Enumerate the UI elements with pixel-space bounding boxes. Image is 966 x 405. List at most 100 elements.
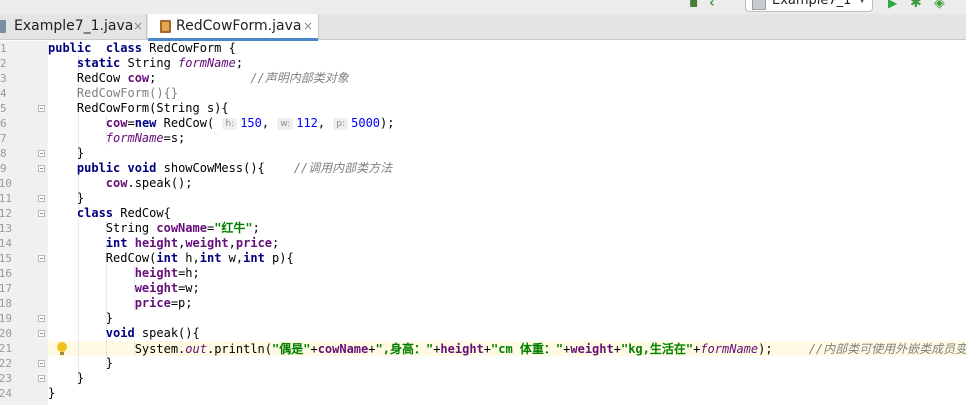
code-token: 150 [240,116,262,130]
code-token: cow [127,71,150,85]
code-token: , [228,236,236,250]
run-configuration-select[interactable]: Example7_1 ▼ [745,0,873,12]
code-token: cowName [156,221,207,235]
coverage-icon[interactable]: ◈ [934,0,945,10]
code-token: , [317,116,333,130]
code-token: //调用内部类方法 [293,161,393,175]
code-token: out [185,342,207,356]
close-icon[interactable]: × [303,14,313,38]
code-token: = [127,116,135,130]
code-line: } [48,191,84,206]
code-token: p){ [264,251,294,265]
build-icon[interactable]: ▪ [689,0,699,10]
code-token: } [48,386,56,400]
tab-example7-1[interactable]: Example7_1.java × [0,14,147,40]
code-token: 5000 [351,116,381,130]
code-token: =p; [170,296,193,310]
code-token: void [127,161,157,175]
code-token: price [134,296,171,310]
code-token: formName [105,131,164,145]
code-editor[interactable]: 1 2 3 4 5 6 7 8 9 10 11 12 13 14 15 16 17 18 19 20 21 22 23 24 … [0,41,966,405]
application-config-icon [752,0,766,10]
code-token: String [48,221,157,235]
code-line: class RedCow{ [48,206,171,221]
tab-label: RedCowForm.java [176,18,302,34]
tab-label: Example7_1.java [14,18,134,34]
code-token: RedCow [48,71,128,85]
code-token: ",身高：" [375,342,434,356]
code-line: formName=s; [48,131,185,146]
code-line: } [48,146,84,161]
code-area[interactable]: public class RedCowForm { static String … [0,41,966,405]
code-token: "红牛" [214,221,253,235]
editor-tab-bar: Example7_1.java × RedCowForm.java × [0,14,966,41]
code-line: } [48,386,55,401]
code-token: ; [235,56,244,70]
chevron-down-icon: ▼ [858,0,866,5]
code-token: formName [178,56,236,70]
run-icon[interactable]: ▶ [888,0,897,10]
code-token: System. [48,342,186,356]
back-icon[interactable]: ‹ [709,0,715,10]
run-configuration-label: Example7_1 [772,0,852,8]
java-file-icon [160,20,171,33]
code-token: =h; [178,266,200,280]
parameter-hint: h: [222,118,238,130]
code-line: RedCow(int h,int w,int p){ [48,251,294,266]
java-class-icon [0,20,6,33]
code-token: =w; [178,281,200,295]
code-token: } [48,191,85,205]
code-token: new [134,116,157,130]
code-token: showCowMess(){ [156,161,294,175]
code-line: weight=w; [48,281,200,296]
code-token: RedCowForm(String s){ [48,101,229,115]
close-icon[interactable]: × [133,14,143,38]
code-token: } [48,146,85,160]
code-token: int [199,251,222,265]
main-toolbar: ▪ ‹ Example7_1 ▼ ▶ ✱ ◈ [0,0,966,14]
code-token: + [310,342,318,356]
code-token: weight [134,281,179,295]
code-line: RedCow cow; //声明内部类对象 [48,71,349,86]
code-line: int height,weight,price; [48,236,279,251]
code-token: ); [380,116,395,130]
code-token: RedCow( [156,116,222,130]
code-token: + [483,342,492,356]
code-token: speak(){ [134,326,200,340]
code-token: cowName [317,342,369,356]
code-token: } [48,356,114,370]
code-token: weight [185,236,229,250]
code-token: .println( [206,342,272,356]
code-token: int [156,251,179,265]
code-token: RedCowForm(){} [48,86,179,100]
code-line: void speak(){ [48,326,200,341]
code-token: ); [758,342,809,356]
code-line: static String formName; [48,56,243,71]
code-line: } [48,356,113,371]
code-line: public void showCowMess(){ //调用内部类方法 [48,161,392,176]
code-token: h, [178,251,200,265]
code-token: cow [105,116,128,130]
code-token: 112 [296,116,318,130]
code-token: =s; [163,131,186,145]
code-token: void [105,326,135,340]
code-token: , [261,116,277,130]
code-line: height=h; [48,266,200,281]
code-token: + [368,342,376,356]
code-token: height [134,266,179,280]
tab-redcowform[interactable]: RedCowForm.java × [148,14,319,41]
debug-icon[interactable]: ✱ [910,0,922,10]
code-token: public [48,41,92,55]
code-token: public [76,161,121,175]
code-token: //声明内部类对象 [250,71,349,85]
